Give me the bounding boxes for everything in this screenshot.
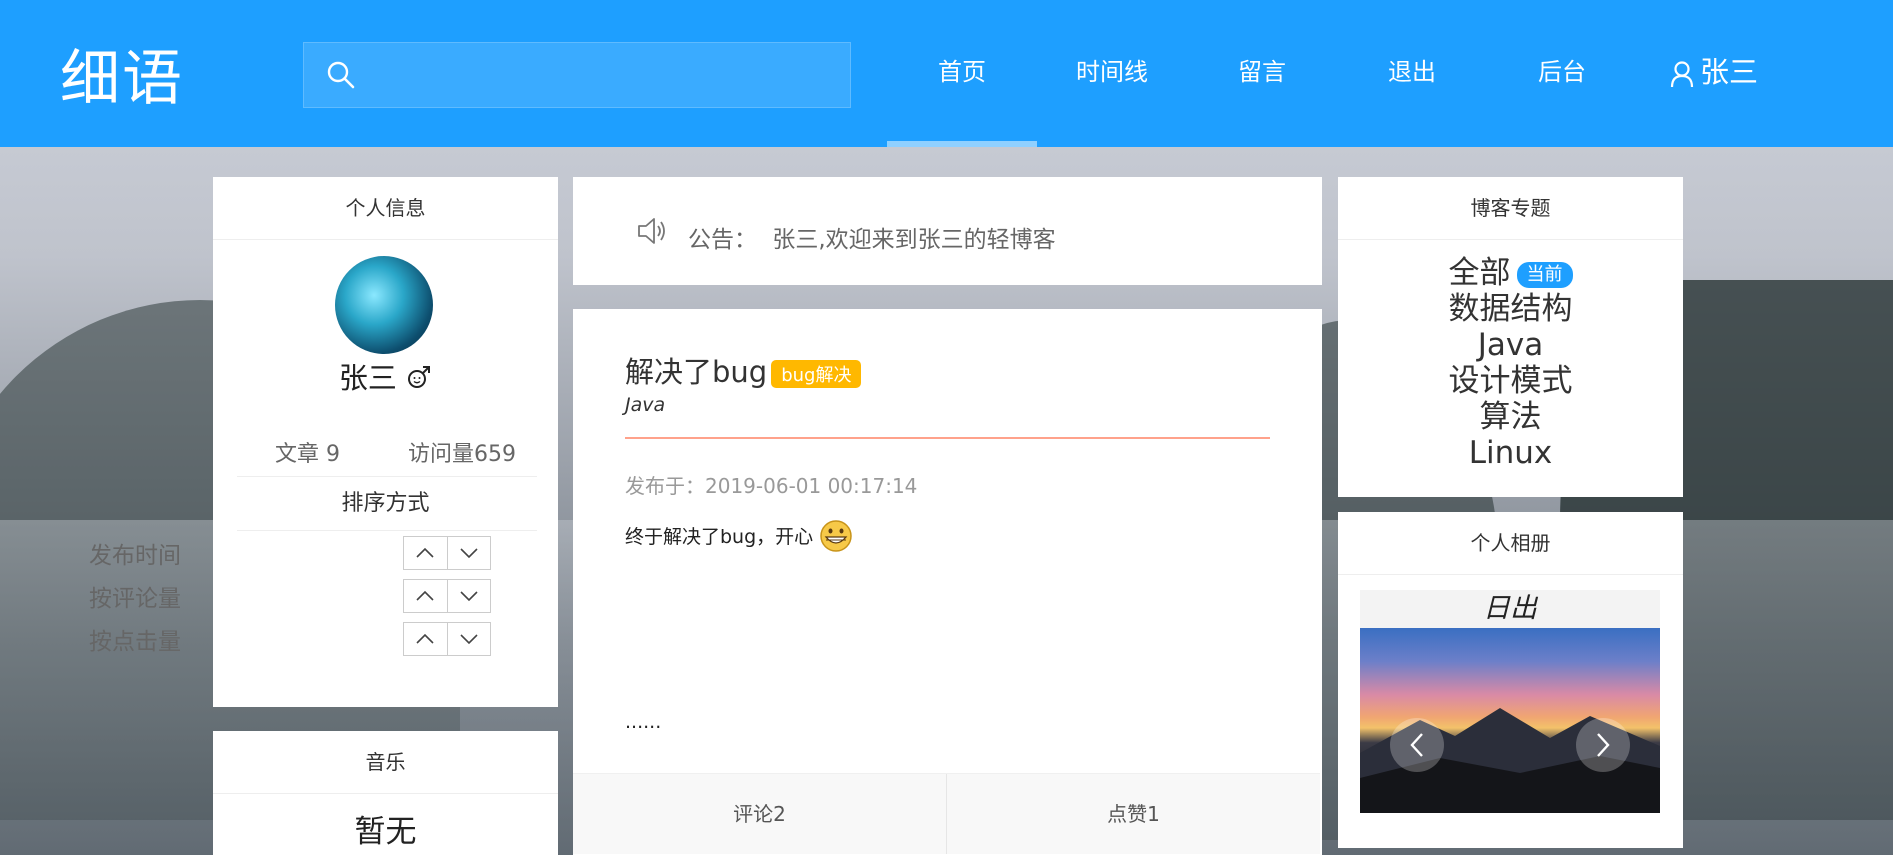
- visit-count: 访问量659: [408, 442, 516, 467]
- divider: [625, 437, 1270, 439]
- sort-desc-button[interactable]: [446, 580, 491, 612]
- topic-label[interactable]: 全部: [1449, 255, 1511, 291]
- post-actions: 评论2 点赞1: [573, 773, 1320, 854]
- nav-timeline[interactable]: 时间线: [1037, 0, 1187, 147]
- profile-name: 张三: [213, 355, 558, 397]
- topics-panel: 博客专题 全部 当前 数据结构 Java 设计模式 算法 Linux: [1338, 177, 1683, 497]
- nav-logout[interactable]: 退出: [1337, 0, 1487, 147]
- sort-label: 按评论量: [89, 586, 181, 612]
- current-badge: 当前: [1516, 261, 1573, 288]
- grin-emoji-icon: [820, 520, 852, 552]
- notice-message: 张三,欢迎来到张三的轻博客: [772, 227, 1056, 253]
- album-panel: 个人相册 日出: [1338, 512, 1683, 848]
- music-now-playing: 暂无: [354, 814, 417, 850]
- post-title[interactable]: 解决了bug bug解决: [625, 349, 862, 391]
- chevron-left-icon: [1410, 733, 1423, 757]
- notice-panel: 公告： 张三,欢迎来到张三的轻博客: [573, 177, 1322, 285]
- profile-panel: 个人信息 张三 文章 9 访问量659 排序方式 发布时间 按评论量 按点击量: [89, 177, 558, 707]
- notice-text: 公告： 张三,欢迎来到张三的轻博客: [688, 220, 1056, 254]
- sort-buttons: [403, 622, 491, 656]
- carousel-next-button[interactable]: [1576, 718, 1630, 772]
- sort-buttons: [403, 579, 491, 613]
- post-title-text[interactable]: 解决了bug: [625, 355, 767, 389]
- top-header: 细语 首页 时间线 留言 退出 后台 张三: [0, 0, 1893, 147]
- speaker-icon: [638, 218, 665, 244]
- chevron-up-icon: [416, 590, 434, 601]
- panel-title: 个人信息: [213, 177, 558, 240]
- sort-asc-button[interactable]: [404, 623, 447, 655]
- topic-item[interactable]: Java: [1338, 327, 1683, 363]
- sort-desc-button[interactable]: [446, 537, 491, 569]
- post-card: 解决了bug bug解决 Java 发布于：2019-06-01 00:17:14…: [573, 309, 1322, 855]
- like-button[interactable]: 点赞1: [947, 774, 1320, 854]
- sort-label: 按点击量: [89, 629, 181, 655]
- article-count: 文章 9: [275, 442, 340, 467]
- sort-title: 排序方式: [341, 491, 430, 516]
- carousel-prev-button[interactable]: [1390, 718, 1444, 772]
- user-name: 张三: [1699, 55, 1758, 89]
- sort-buttons: [403, 536, 491, 570]
- notice-label: 公告：: [688, 227, 757, 253]
- chevron-right-icon: [1597, 733, 1610, 757]
- post-category[interactable]: Java: [625, 394, 665, 416]
- album-caption: 日出: [1360, 590, 1660, 628]
- profile-stats: 文章 9 访问量659: [237, 432, 537, 477]
- chevron-up-icon: [416, 633, 434, 644]
- search-input[interactable]: [374, 43, 838, 109]
- male-symbol-icon: [408, 366, 431, 388]
- profile-name-text: 张三: [338, 361, 397, 395]
- panel-title: 个人相册: [1338, 512, 1683, 575]
- topic-item[interactable]: 全部 当前: [1338, 255, 1683, 291]
- post-excerpt: 终于解决了bug，开心: [625, 519, 853, 553]
- nav-guestbook[interactable]: 留言: [1187, 0, 1337, 147]
- sort-asc-button[interactable]: [404, 580, 447, 612]
- chevron-down-icon: [460, 548, 478, 559]
- post-tag[interactable]: bug解决: [771, 360, 862, 388]
- chevron-down-icon: [460, 634, 478, 645]
- comment-button[interactable]: 评论2: [573, 774, 946, 854]
- panel-title: 博客专题: [1338, 177, 1683, 240]
- topic-item[interactable]: Linux: [1338, 435, 1683, 471]
- sort-desc-button[interactable]: [446, 623, 491, 655]
- post-body-text: 终于解决了bug，开心: [625, 526, 814, 548]
- music-panel: 音乐 暂无: [213, 731, 558, 855]
- post-date: 发布于：2019-06-01 00:17:14: [625, 474, 918, 498]
- chevron-down-icon: [460, 591, 478, 602]
- topic-item[interactable]: 算法: [1338, 399, 1683, 435]
- album-carousel-image: [1360, 628, 1660, 813]
- panel-title: 音乐: [213, 731, 558, 794]
- sort-label: 发布时间: [89, 543, 181, 569]
- sort-asc-button[interactable]: [404, 537, 447, 569]
- site-logo[interactable]: 细语: [60, 30, 184, 117]
- divider: [237, 530, 537, 531]
- nav-admin[interactable]: 后台: [1487, 0, 1637, 147]
- topic-list: 全部 当前 数据结构 Java 设计模式 算法 Linux: [1338, 255, 1683, 471]
- avatar[interactable]: [335, 256, 433, 354]
- chevron-up-icon: [416, 547, 434, 558]
- nav-user[interactable]: 张三: [1639, 0, 1789, 147]
- post-read-more[interactable]: ......: [625, 711, 661, 733]
- search-box: [303, 42, 851, 109]
- search-icon[interactable]: [326, 60, 356, 90]
- nav-home[interactable]: 首页: [887, 0, 1037, 147]
- topic-item[interactable]: 设计模式: [1338, 363, 1683, 399]
- user-icon: [1670, 61, 1694, 88]
- topic-item[interactable]: 数据结构: [1338, 291, 1683, 327]
